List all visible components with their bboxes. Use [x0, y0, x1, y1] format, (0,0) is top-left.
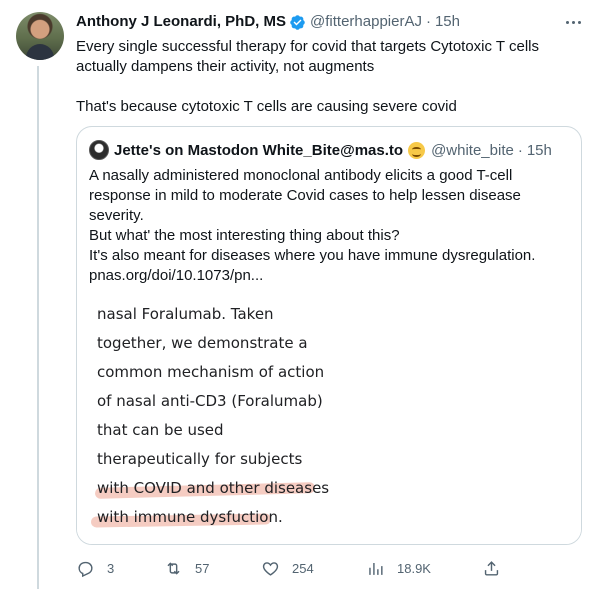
separator-dot: ·	[425, 13, 431, 30]
image-text-line: common mechanism of action	[97, 363, 325, 381]
thread-line	[37, 66, 39, 589]
retweet-icon	[167, 561, 180, 575]
quoted-tweet-text: A nasally administered monoclonal antibo…	[89, 166, 571, 286]
tweet-text-line: That's because cytotoxic T cells are cau…	[76, 98, 457, 115]
tweet-text: Every single successful therapy for covi…	[76, 37, 576, 117]
tweet-time[interactable]: 15h	[435, 12, 460, 32]
quoted-avatar	[89, 140, 109, 160]
share-icon	[484, 560, 499, 576]
image-text-line: nasal Foralumab. Taken	[97, 305, 274, 323]
smiling-face-emoji-icon	[408, 141, 426, 159]
reply-icon	[78, 561, 93, 577]
tweet-text-line: Every single successful therapy for covi…	[76, 38, 539, 55]
author-name[interactable]: Anthony J Leonardi, PhD, MS	[76, 12, 286, 32]
quoted-text-link[interactable]: pnas.org/doi/10.1073/pn...	[89, 266, 571, 286]
image-text-line: that can be used	[97, 421, 224, 439]
quoted-text-line: A nasally administered monoclonal antibo…	[89, 167, 513, 184]
tweet-header: Anthony J Leonardi, PhD, MS @fitterhappi…	[76, 12, 460, 32]
quoted-author-handle: @white_bite	[431, 141, 514, 159]
quoted-text-line: severity.	[89, 207, 144, 224]
reply-button[interactable]: 3	[76, 557, 114, 579]
more-icon[interactable]	[562, 12, 584, 32]
views-icon	[369, 562, 383, 575]
quoted-text-line: response in mild to moderate Covid cases…	[89, 187, 521, 204]
reply-count: 3	[107, 560, 115, 576]
avatar[interactable]	[16, 12, 64, 60]
share-button[interactable]	[482, 557, 501, 579]
quoted-text-line: It's also meant for diseases where you h…	[89, 247, 536, 264]
like-count: 254	[292, 560, 314, 576]
image-text-line: together, we demonstrate a	[97, 334, 308, 352]
separator-dot: ·	[517, 141, 523, 159]
views-count: 18.9K	[397, 560, 431, 576]
image-text-line: therapeutically for subjects	[97, 450, 303, 468]
image-text-line: of nasal anti-CD3 (Foralumab)	[97, 392, 323, 410]
quoted-tweet-time: 15h	[526, 141, 552, 159]
quoted-tweet[interactable]: Jette's on Mastodon White_Bite@mas.to @w…	[76, 126, 582, 545]
retweet-button[interactable]: 57	[164, 557, 209, 579]
action-bar: 3 57 254 18.9K	[76, 557, 582, 579]
quoted-author-name: Jette's on Mastodon White_Bite@mas.to	[114, 141, 404, 159]
like-icon	[262, 561, 279, 576]
tweet-text-line: actually dampens their activity, not aug…	[76, 58, 375, 75]
image-text-line: with COVID and other diseases	[97, 479, 330, 497]
retweet-count: 57	[195, 560, 210, 576]
image-text-line: with immune dysfuction.	[97, 508, 283, 526]
views-button[interactable]: 18.9K	[366, 557, 431, 579]
author-handle[interactable]: @fitterhappierAJ	[310, 12, 422, 32]
like-button[interactable]: 254	[261, 557, 314, 579]
quoted-image[interactable]: nasal Foralumab. Taken together, we demo…	[77, 294, 581, 544]
verified-badge-icon	[289, 14, 306, 31]
quoted-tweet-header: Jette's on Mastodon White_Bite@mas.to @w…	[89, 140, 552, 160]
quoted-text-line: But what' the most interesting thing abo…	[89, 227, 400, 244]
